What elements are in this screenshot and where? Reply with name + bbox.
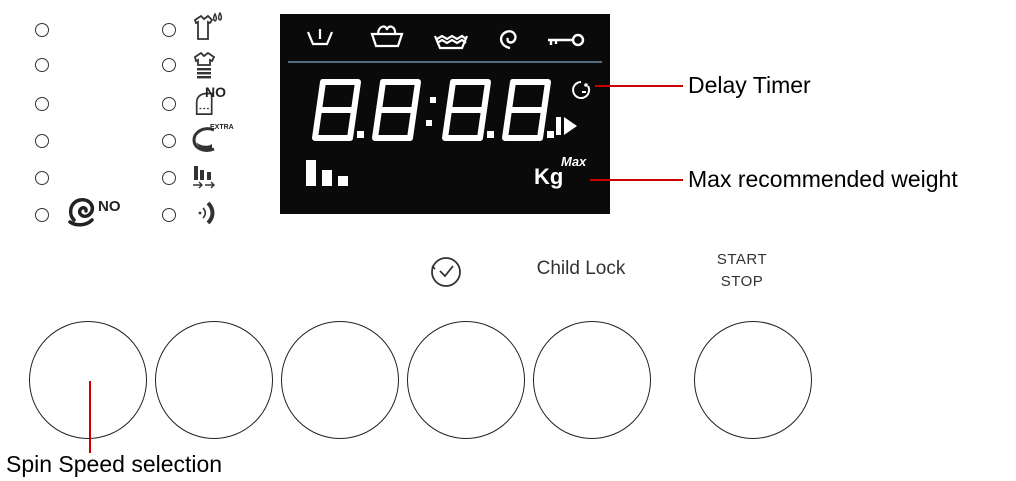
sound-icon (198, 201, 215, 225)
option-led-3 (35, 97, 49, 111)
option-led-12 (162, 208, 176, 222)
digit-dots (357, 97, 554, 138)
option-button-2[interactable] (155, 321, 273, 439)
easy-iron-icon (193, 51, 216, 79)
delay-timer-callout-line (595, 85, 683, 87)
max-label: Max (561, 154, 587, 169)
option-led-10 (162, 134, 176, 148)
start-stop-button[interactable] (694, 321, 812, 439)
delay-timer-callout: Delay Timer (688, 72, 811, 98)
delay-timer-button-icon (431, 257, 461, 287)
child-lock-label: Child Lock (536, 258, 626, 279)
digit-display (312, 79, 551, 141)
option-led-9 (162, 97, 176, 111)
spin-icon (499, 30, 517, 50)
extra-label: EXTRA (210, 124, 234, 131)
option-led-7 (162, 23, 176, 37)
child-lock-button[interactable] (533, 321, 651, 439)
option-led-4 (35, 134, 49, 148)
key-icon (548, 33, 585, 47)
option-led-1 (35, 23, 49, 37)
spin-speed-callout: Spin Speed selection (6, 451, 223, 477)
stop-label: STOP (720, 273, 764, 290)
start-pause-display-icon (556, 117, 577, 135)
option-led-5 (35, 171, 49, 185)
max-weight-callout: Max recommended weight (688, 166, 958, 192)
option-led-8 (162, 58, 176, 72)
option-led-11 (162, 171, 176, 185)
wash-icon (306, 29, 334, 46)
start-label: START (716, 251, 768, 268)
option-button-3[interactable] (281, 321, 399, 439)
rinse-icon (433, 34, 469, 50)
no-iron-label: NO (205, 84, 226, 100)
load-bars-display (306, 160, 348, 186)
no-spin-label: NO (98, 198, 121, 215)
lcd-display: Kg Max (280, 14, 610, 214)
start-stop-label: START STOP (702, 249, 782, 293)
option-led-6 (35, 208, 49, 222)
delay-timer-display-icon (572, 81, 591, 99)
spin-speed-callout-line (89, 381, 91, 453)
option-led-2 (35, 58, 49, 72)
cotton-icon (370, 25, 404, 48)
spin-speed-button[interactable] (29, 321, 147, 439)
delay-timer-button[interactable] (407, 321, 525, 439)
pre-wash-icon (193, 12, 223, 40)
max-weight-callout-line (590, 179, 683, 181)
kg-label: Kg (534, 164, 564, 189)
load-level-icon (193, 166, 215, 189)
